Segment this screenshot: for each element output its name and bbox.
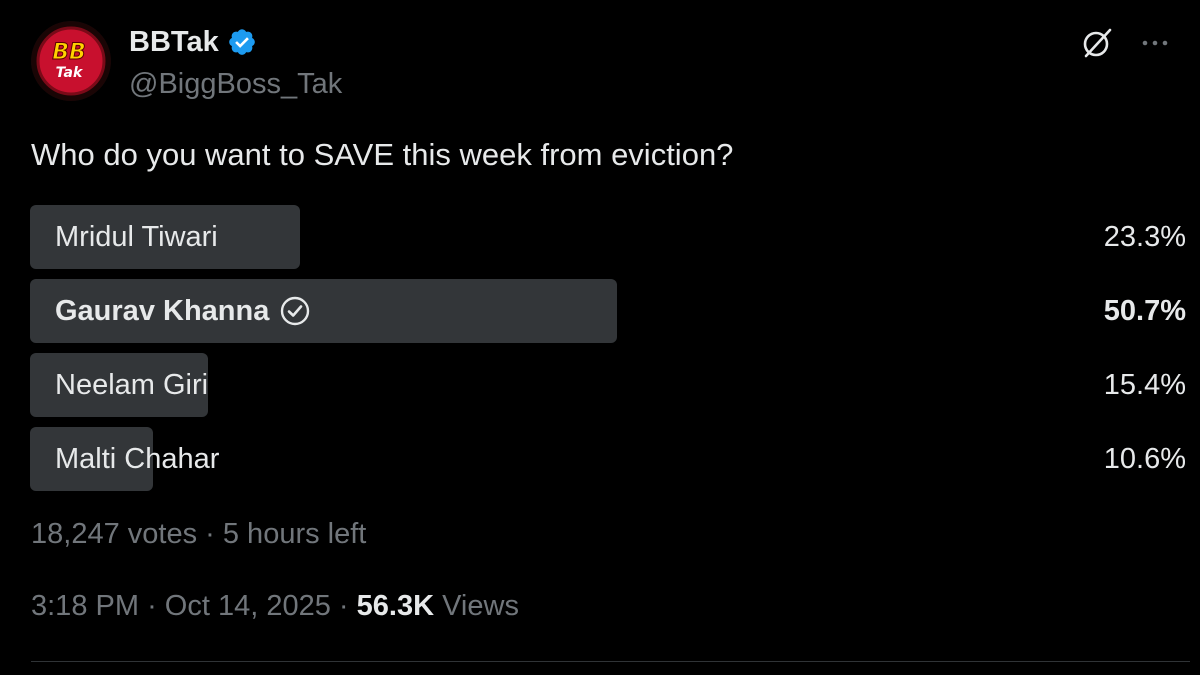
tweet-meta: 3:18 PM · Oct 14, 2025 · 56.3K Views	[31, 590, 519, 623]
vote-count: 18,247 votes	[31, 518, 198, 550]
separator: ·	[338, 590, 349, 622]
poll-option-label: Gaurav Khanna	[55, 294, 270, 327]
avatar[interactable]: BB Tak	[31, 21, 111, 101]
views-count[interactable]: 56.3K	[357, 590, 434, 622]
more-options-icon[interactable]	[1138, 26, 1172, 60]
poll-option-percent: 23.3%	[1103, 220, 1186, 253]
top-actions	[1080, 26, 1172, 60]
poll-option-label-wrap: Neelam Giri	[55, 353, 208, 417]
poll-option-percent: 50.7%	[1103, 294, 1186, 327]
separator: ·	[205, 518, 215, 550]
time-left: 5 hours left	[222, 518, 367, 550]
poll-option-label: Mridul Tiwari	[55, 220, 218, 253]
tweet-text: Who do you want to SAVE this week from e…	[31, 137, 734, 172]
handle[interactable]: @BiggBoss_Tak	[129, 68, 342, 101]
poll-meta: 18,247 votes · 5 hours left	[31, 518, 366, 551]
display-name[interactable]: BBTak	[129, 26, 219, 59]
poll-option-label-wrap: Gaurav Khanna	[55, 279, 311, 343]
tweet-date[interactable]: Oct 14, 2025	[165, 590, 331, 622]
tweet-time[interactable]: 3:18 PM	[31, 590, 139, 622]
author-block: BBTak @BiggBoss_Tak	[129, 24, 342, 101]
svg-text:Tak: Tak	[56, 65, 84, 81]
verified-badge-icon[interactable]	[227, 27, 257, 57]
poll-option[interactable]: Malti Chahar 10.6%	[30, 427, 1188, 491]
poll-option-label-wrap: Malti Chahar	[55, 427, 219, 491]
poll: Mridul Tiwari 23.3% Gaurav Khanna 50.7% …	[30, 205, 1188, 501]
name-row: BBTak	[129, 24, 342, 60]
poll-option-label: Malti Chahar	[55, 442, 220, 475]
check-circle-icon	[279, 295, 311, 327]
views-label: Views	[442, 590, 519, 622]
poll-option[interactable]: Mridul Tiwari 23.3%	[30, 205, 1188, 269]
grok-icon[interactable]	[1080, 26, 1114, 60]
bbtak-logo: BB Tak	[31, 21, 111, 101]
poll-option-label-wrap: Mridul Tiwari	[55, 205, 218, 269]
poll-option-percent: 15.4%	[1103, 368, 1186, 401]
poll-option-winner[interactable]: Gaurav Khanna 50.7%	[30, 279, 1188, 343]
separator: ·	[147, 590, 157, 622]
poll-option[interactable]: Neelam Giri 15.4%	[30, 353, 1188, 417]
poll-option-percent: 10.6%	[1103, 442, 1186, 475]
poll-option-label: Neelam Giri	[55, 368, 209, 401]
svg-text:BB: BB	[52, 40, 86, 65]
divider	[31, 661, 1190, 662]
